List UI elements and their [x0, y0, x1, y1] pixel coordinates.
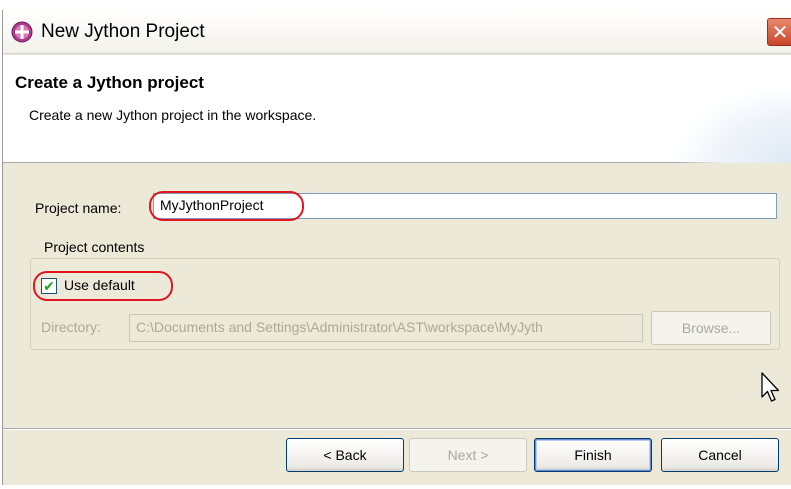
- checkmark-icon: ✔: [43, 278, 55, 294]
- project-contents-label: Project contents: [41, 239, 148, 255]
- new-jython-project-dialog: New Jython Project ✕ Create a Jython pro…: [2, 10, 791, 485]
- header-decoration: [672, 85, 791, 163]
- back-button[interactable]: < Back: [286, 438, 404, 472]
- use-default-label: Use default: [64, 277, 135, 293]
- title-bar[interactable]: New Jython Project ✕: [3, 10, 791, 54]
- project-name-label: Project name:: [35, 200, 122, 216]
- finish-button[interactable]: Finish: [534, 438, 652, 472]
- project-name-input[interactable]: MyJythonProject: [153, 193, 777, 219]
- directory-label: Directory:: [41, 319, 101, 335]
- browse-button[interactable]: Browse...: [651, 311, 771, 345]
- button-bar-separator: [3, 428, 791, 430]
- next-button[interactable]: Next >: [409, 438, 527, 472]
- wizard-header: Create a Jython project Create a new Jyt…: [3, 55, 791, 163]
- page-title: Create a Jython project: [15, 73, 204, 92]
- window-title: New Jython Project: [41, 21, 205, 42]
- jython-project-icon: [11, 21, 33, 43]
- directory-input[interactable]: C:\Documents and Settings\Administrator\…: [129, 314, 643, 342]
- cancel-button[interactable]: Cancel: [661, 438, 779, 472]
- close-icon[interactable]: ✕: [767, 18, 791, 46]
- mouse-pointer-icon: [761, 372, 780, 402]
- page-description: Create a new Jython project in the works…: [29, 107, 317, 123]
- use-default-checkbox[interactable]: ✔: [41, 278, 57, 294]
